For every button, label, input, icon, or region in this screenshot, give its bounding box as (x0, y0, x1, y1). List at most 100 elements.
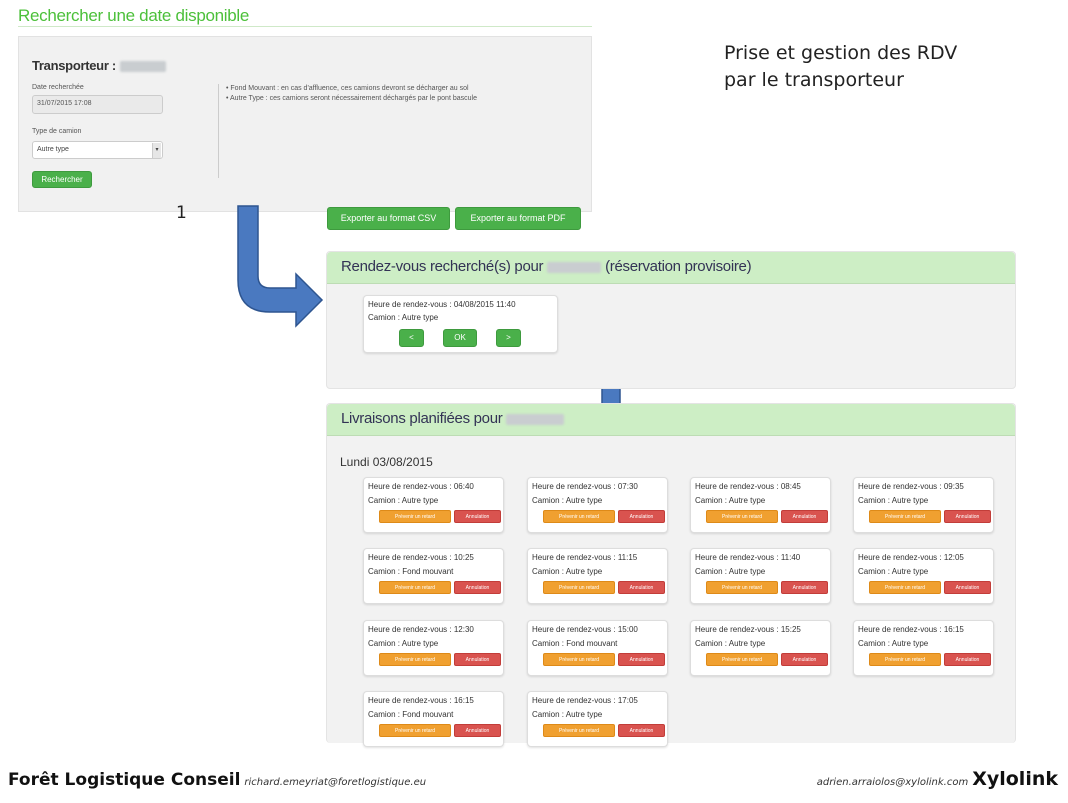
annotation-line-1: Prise et gestion des RDV (724, 42, 958, 64)
cancel-button[interactable]: Annulation (944, 510, 991, 523)
truck-type-select[interactable]: Autre type ▾ (32, 141, 163, 159)
delivery-time: Heure de rendez-vous : 07:30 (532, 482, 638, 491)
warn-delay-button[interactable]: Prévenir un retard (869, 510, 941, 523)
footer-company-left: Forêt Logistique Conseil (8, 770, 241, 790)
date-label: Date recherchée (32, 84, 84, 91)
search-button[interactable]: Rechercher (32, 171, 92, 188)
delivery-truck: Camion : Fond mouvant (368, 567, 454, 576)
cancel-button[interactable]: Annulation (454, 724, 501, 737)
footer-right: adrien.arraiolos@xylolink.com Xylolink (817, 768, 1058, 790)
warn-delay-button[interactable]: Prévenir un retard (543, 724, 615, 737)
delivery-truck: Camion : Autre type (695, 639, 766, 648)
warn-delay-button[interactable]: Prévenir un retard (379, 724, 451, 737)
warn-delay-button[interactable]: Prévenir un retard (869, 581, 941, 594)
next-button[interactable]: > (496, 329, 521, 347)
delivery-time: Heure de rendez-vous : 06:40 (368, 482, 474, 491)
previous-button[interactable]: < (399, 329, 424, 347)
footer-left: Forêt Logistique Conseil richard.emeyriat… (8, 770, 426, 790)
footer-email-left[interactable]: richard.emeyriat@foretlogistique.eu (244, 777, 426, 788)
cancel-button[interactable]: Annulation (944, 653, 991, 666)
annotation-line-2: par le transporteur (724, 69, 904, 91)
cancel-button[interactable]: Annulation (454, 581, 501, 594)
cancel-button[interactable]: Annulation (454, 510, 501, 523)
delivery-truck: Camion : Autre type (532, 567, 603, 576)
delivery-truck: Camion : Autre type (532, 496, 603, 505)
truck-type-notes: • Fond Mouvant : en cas d'affluence, ces… (226, 84, 477, 104)
delivery-card: Heure de rendez-vous : 06:40 Camion : Aut… (363, 477, 504, 533)
delivery-time: Heure de rendez-vous : 16:15 (368, 696, 474, 705)
delivery-truck: Camion : Autre type (368, 639, 439, 648)
delivery-time: Heure de rendez-vous : 12:30 (368, 625, 474, 634)
cancel-button[interactable]: Annulation (454, 653, 501, 666)
delivery-card: Heure de rendez-vous : 16:15 Camion : Fon… (363, 691, 504, 747)
delivery-truck: Camion : Autre type (858, 496, 929, 505)
step-1-label: 1 (176, 203, 187, 223)
delivery-card: Heure de rendez-vous : 12:05 Camion : Aut… (853, 548, 994, 604)
delivery-time: Heure de rendez-vous : 08:45 (695, 482, 801, 491)
warn-delay-button[interactable]: Prévenir un retard (379, 653, 451, 666)
form-divider (218, 84, 219, 178)
cancel-button[interactable]: Annulation (618, 724, 665, 737)
cancel-button[interactable]: Annulation (618, 510, 665, 523)
warn-delay-button[interactable]: Prévenir un retard (379, 581, 451, 594)
delivery-truck: Camion : Autre type (858, 639, 929, 648)
delivery-time: Heure de rendez-vous : 17:05 (532, 696, 638, 705)
chevron-down-icon: ▾ (152, 143, 161, 158)
cancel-button[interactable]: Annulation (781, 510, 828, 523)
delivery-date: Lundi 03/08/2015 (340, 455, 433, 469)
delivery-card: Heure de rendez-vous : 09:35 Camion : Aut… (853, 477, 994, 533)
truck-type-value: Autre type (37, 146, 69, 153)
delivery-card: Heure de rendez-vous : 17:05 Camion : Aut… (527, 691, 668, 747)
footer-email-right[interactable]: adrien.arraiolos@xylolink.com (817, 777, 968, 788)
delivery-truck: Camion : Autre type (858, 567, 929, 576)
warn-delay-button[interactable]: Prévenir un retard (543, 510, 615, 523)
delivery-card: Heure de rendez-vous : 12:30 Camion : Aut… (363, 620, 504, 676)
delivery-card: Heure de rendez-vous : 08:45 Camion : Aut… (690, 477, 831, 533)
warn-delay-button[interactable]: Prévenir un retard (379, 510, 451, 523)
redacted-name (119, 61, 166, 73)
delivery-truck: Camion : Fond mouvant (532, 639, 618, 648)
delivery-truck: Camion : Autre type (368, 496, 439, 505)
cancel-button[interactable]: Annulation (781, 581, 828, 594)
rdv-panel-header: Rendez-vous recherché(s) pour (réservati… (327, 252, 1015, 284)
delivery-card: Heure de rendez-vous : 11:40 Camion : Aut… (690, 548, 831, 604)
delivery-card: Heure de rendez-vous : 16:15 Camion : Aut… (853, 620, 994, 676)
delivery-time: Heure de rendez-vous : 09:35 (858, 482, 964, 491)
delivery-time: Heure de rendez-vous : 15:25 (695, 625, 801, 634)
deliveries-panel-title: Livraisons planifiées pour (341, 410, 565, 427)
note-item: • Fond Mouvant : en cas d'affluence, ces… (226, 85, 469, 92)
delivery-truck: Camion : Autre type (532, 710, 603, 719)
rdv-time: Heure de rendez-vous : 04/08/2015 11:40 (368, 300, 516, 309)
warn-delay-button[interactable]: Prévenir un retard (706, 510, 778, 523)
cancel-button[interactable]: Annulation (618, 581, 665, 594)
delivery-card: Heure de rendez-vous : 15:25 Camion : Aut… (690, 620, 831, 676)
delivery-time: Heure de rendez-vous : 10:25 (368, 553, 474, 562)
title-divider (18, 26, 592, 27)
cancel-button[interactable]: Annulation (781, 653, 828, 666)
note-item: • Autre Type : ces camions seront nécess… (226, 95, 477, 102)
export-pdf-button[interactable]: Exporter au format PDF (455, 207, 581, 230)
delivery-truck: Camion : Autre type (695, 567, 766, 576)
warn-delay-button[interactable]: Prévenir un retard (543, 653, 615, 666)
cancel-button[interactable]: Annulation (618, 653, 665, 666)
delivery-truck: Camion : Fond mouvant (368, 710, 454, 719)
cancel-button[interactable]: Annulation (944, 581, 991, 594)
truck-type-label: Type de camion (32, 128, 82, 135)
annotation-heading: Prise et gestion des RDV par le transpor… (724, 40, 957, 94)
warn-delay-button[interactable]: Prévenir un retard (543, 581, 615, 594)
transporteur-label: Transporteur : (32, 58, 166, 73)
deliveries-panel-header: Livraisons planifiées pour (327, 404, 1015, 436)
warn-delay-button[interactable]: Prévenir un retard (706, 581, 778, 594)
export-csv-button[interactable]: Exporter au format CSV (327, 207, 450, 230)
redacted-name (506, 413, 565, 425)
rdv-panel-title: Rendez-vous recherché(s) pour (réservati… (341, 258, 752, 275)
date-input[interactable]: 31/07/2015 17:08 (32, 95, 163, 114)
warn-delay-button[interactable]: Prévenir un retard (869, 653, 941, 666)
warn-delay-button[interactable]: Prévenir un retard (706, 653, 778, 666)
delivery-truck: Camion : Autre type (695, 496, 766, 505)
delivery-time: Heure de rendez-vous : 16:15 (858, 625, 964, 634)
delivery-time: Heure de rendez-vous : 15:00 (532, 625, 638, 634)
rdv-truck: Camion : Autre type (368, 313, 439, 322)
ok-button[interactable]: OK (443, 329, 477, 347)
flow-arrow-1-icon (237, 205, 324, 328)
